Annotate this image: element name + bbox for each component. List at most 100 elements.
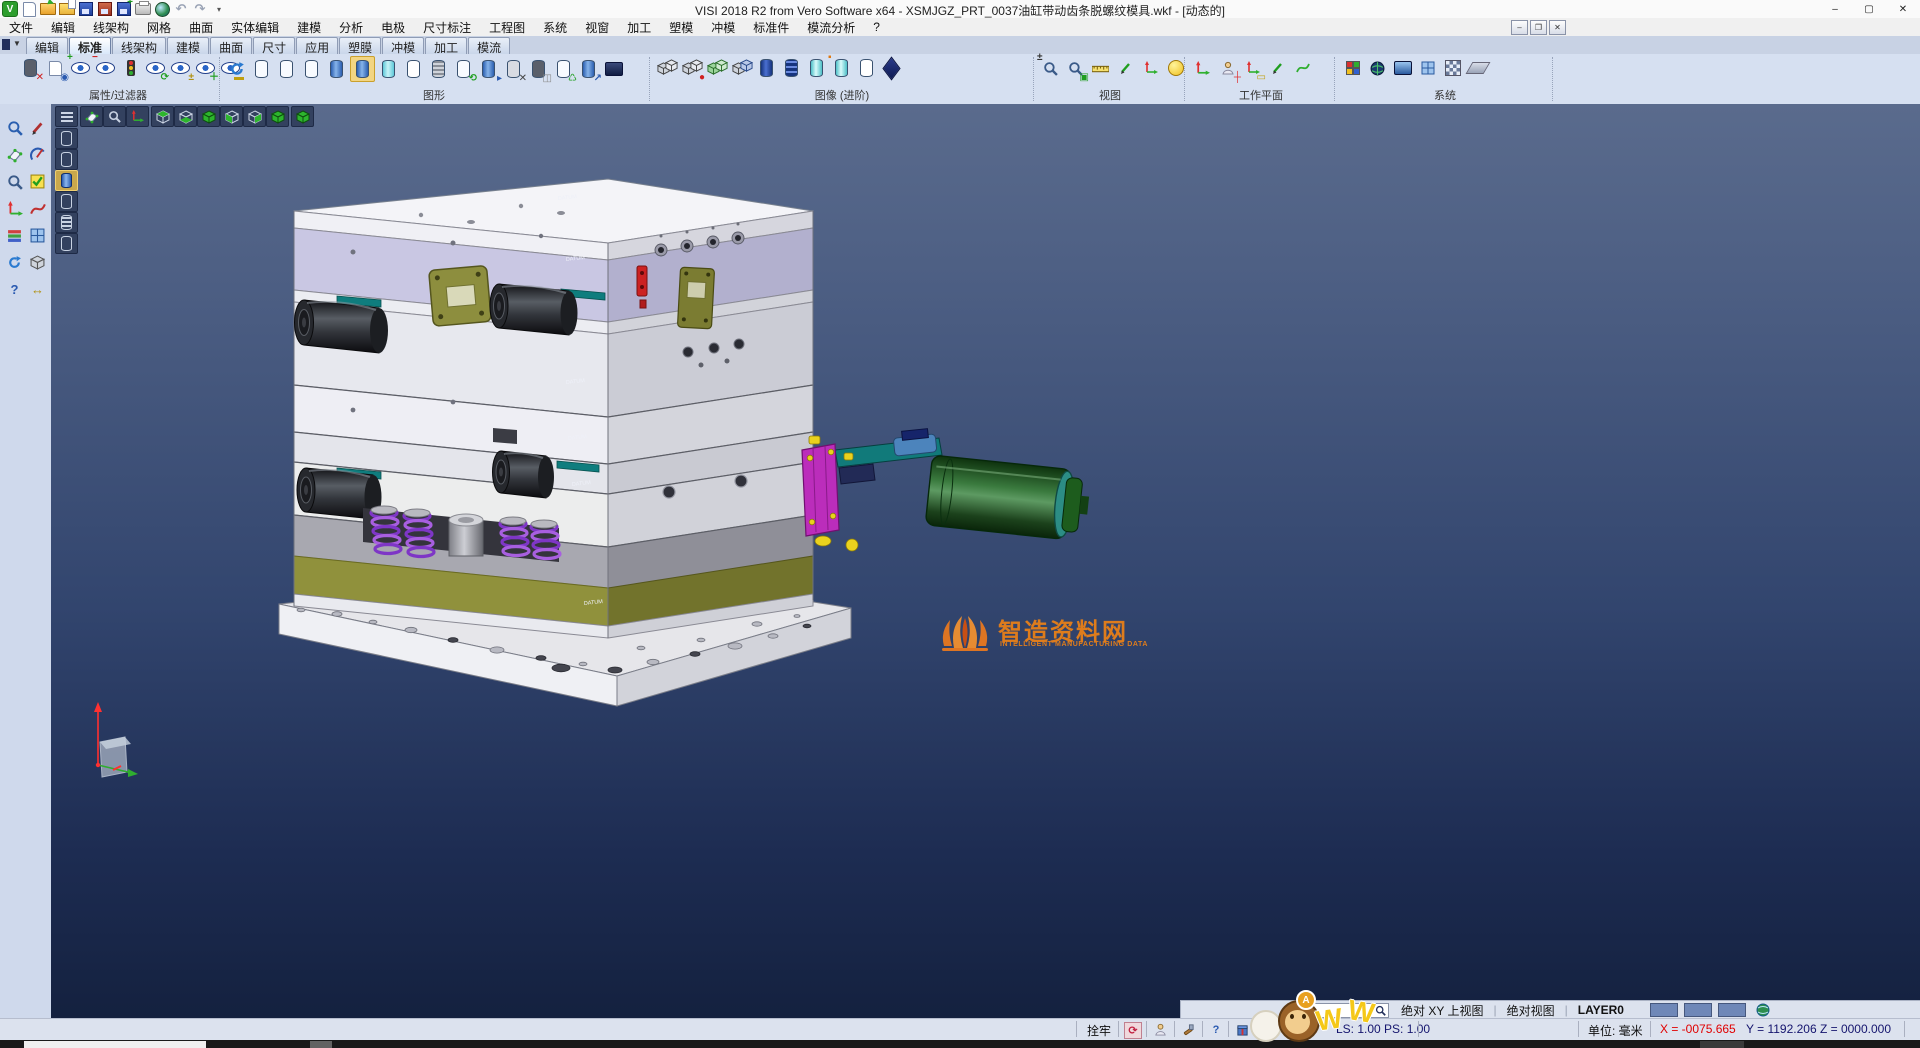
- ucs-icon[interactable]: [3, 195, 26, 222]
- tab-die[interactable]: 冲模: [382, 37, 424, 54]
- cube-traffic-icon[interactable]: ●: [680, 56, 703, 80]
- tab-wireframe[interactable]: 线架构: [112, 37, 166, 54]
- menu-flow-analysis[interactable]: 模流分析: [798, 19, 864, 36]
- menu-edit[interactable]: 编辑: [42, 19, 84, 36]
- wireframe-style-icon[interactable]: [250, 57, 273, 81]
- distance-icon[interactable]: ↔: [26, 276, 49, 303]
- absolute-view-label[interactable]: 绝对视图: [1507, 1002, 1555, 1019]
- filter-delete-icon[interactable]: ✕: [19, 56, 42, 80]
- menu-die[interactable]: 冲模: [702, 19, 744, 36]
- tab-mold[interactable]: 塑膜: [339, 37, 381, 54]
- layer-ghost-icon[interactable]: [855, 56, 878, 80]
- color-settings-icon[interactable]: [1341, 56, 1364, 80]
- menu-drawing[interactable]: 工程图: [480, 19, 534, 36]
- tab-flow[interactable]: 模流: [468, 37, 510, 54]
- layer-solid-icon[interactable]: [755, 56, 778, 80]
- material-gem-icon[interactable]: [880, 56, 903, 80]
- attributes-icon[interactable]: [3, 222, 26, 249]
- user-icon[interactable]: [1152, 1022, 1168, 1037]
- show-add-icon[interactable]: +: [69, 56, 92, 80]
- mdi-close-button[interactable]: ✕: [1549, 20, 1566, 35]
- tool-icon[interactable]: [1180, 1022, 1196, 1037]
- menu-standard-parts[interactable]: 标准件: [744, 19, 798, 36]
- lock-label[interactable]: 拴牢: [1087, 1022, 1111, 1039]
- viewports-icon[interactable]: [26, 222, 49, 249]
- front-latch-plate[interactable]: [429, 265, 492, 326]
- cube-green-icon[interactable]: [705, 56, 728, 80]
- show-plusminus-icon[interactable]: ±: [169, 56, 192, 80]
- workplane-axes-icon[interactable]: [1191, 56, 1214, 80]
- tab-surface[interactable]: 曲面: [210, 37, 252, 54]
- layer-swatch-2[interactable]: [1684, 1003, 1712, 1017]
- menu-analysis[interactable]: 分析: [330, 19, 372, 36]
- dashed-style-icon[interactable]: [300, 57, 323, 81]
- menu-surface[interactable]: 曲面: [180, 19, 222, 36]
- menu-solid-edit[interactable]: 实体编辑: [222, 19, 288, 36]
- view-mode-label[interactable]: 绝对 XY 上视图: [1401, 1002, 1483, 1019]
- cube-pair-icon[interactable]: [655, 56, 678, 80]
- show-remove-icon[interactable]: −: [94, 56, 117, 80]
- close-button[interactable]: ✕: [1886, 0, 1920, 18]
- sync-icon[interactable]: ⟳: [1124, 1022, 1142, 1039]
- scene-preview-icon[interactable]: [602, 57, 625, 81]
- tab-dropdown-icon[interactable]: ▼: [13, 39, 21, 48]
- plane-select-icon[interactable]: [3, 141, 26, 168]
- solid-view-icon[interactable]: [26, 249, 49, 276]
- layer-swatch-1[interactable]: [1650, 1003, 1678, 1017]
- tab-application[interactable]: 应用: [296, 37, 338, 54]
- erase-icon[interactable]: [26, 114, 49, 141]
- workplane-ruler-icon[interactable]: ▭: [1241, 56, 1264, 80]
- mold-assembly-model[interactable]: DATUM DATUM DATUM DATUM DATUM DATUM: [51, 104, 1920, 1018]
- plane-settings-icon[interactable]: [1466, 56, 1489, 80]
- show-refresh-icon[interactable]: ⟳: [144, 56, 167, 80]
- world-icon[interactable]: [1756, 1003, 1770, 1017]
- measure-icon[interactable]: [1089, 56, 1112, 80]
- menu-dimension[interactable]: 尺寸标注: [414, 19, 480, 36]
- layer-striped-icon[interactable]: [780, 56, 803, 80]
- layer-swatch-3[interactable]: [1718, 1003, 1746, 1017]
- cube-group-icon[interactable]: [730, 56, 753, 80]
- shaded-edges-style-icon[interactable]: [350, 56, 375, 82]
- windows-taskbar[interactable]: [0, 1040, 1920, 1048]
- table-settings-icon[interactable]: [1416, 56, 1439, 80]
- view-axis-icon[interactable]: [1139, 56, 1162, 80]
- help-query-icon[interactable]: ?: [3, 276, 26, 303]
- workplane-green-icon[interactable]: [1291, 56, 1314, 80]
- help-icon[interactable]: ?: [1208, 1022, 1224, 1037]
- menu-mesh[interactable]: 网格: [138, 19, 180, 36]
- menu-modeling[interactable]: 建模: [288, 19, 330, 36]
- zoom-extents-icon[interactable]: ▣: [1064, 56, 1087, 80]
- hydraulic-cylinder-assembly[interactable]: [802, 428, 1092, 551]
- filter-traffic-icon[interactable]: [119, 56, 142, 80]
- compass-icon[interactable]: [26, 141, 49, 168]
- layer-aqua-icon[interactable]: [805, 56, 828, 80]
- mdi-minimize-button[interactable]: –: [1511, 20, 1528, 35]
- curve-icon[interactable]: [26, 195, 49, 222]
- filter-page-icon[interactable]: ◉: [44, 56, 67, 80]
- tab-modeling[interactable]: 建模: [167, 37, 209, 54]
- menu-system[interactable]: 系统: [534, 19, 576, 36]
- ghost-style-icon[interactable]: [402, 57, 425, 81]
- tab-edit[interactable]: 编辑: [26, 37, 68, 54]
- solid-recycle-icon[interactable]: ♺: [552, 57, 575, 81]
- menu-wireframe[interactable]: 线架构: [84, 19, 138, 36]
- tab-machining[interactable]: 加工: [425, 37, 467, 54]
- display-settings-icon[interactable]: [1391, 56, 1414, 80]
- transparent-style-icon[interactable]: [377, 57, 400, 81]
- tab-standard[interactable]: 标准: [69, 37, 111, 54]
- hidden-line-style-icon[interactable]: [275, 57, 298, 81]
- 3d-viewport[interactable]: DATUM DATUM DATUM DATUM DATUM DATUM: [51, 104, 1920, 1018]
- menu-window[interactable]: 视窗: [576, 19, 618, 36]
- regen-graphics-icon[interactable]: [225, 57, 248, 81]
- layer-flag-icon[interactable]: ▪: [830, 56, 853, 80]
- menu-machining[interactable]: 加工: [618, 19, 660, 36]
- taskbar-app-button[interactable]: [24, 1041, 206, 1048]
- menu-help[interactable]: ?: [864, 20, 889, 34]
- confirm-icon[interactable]: [26, 168, 49, 195]
- zoom-dynamic-icon[interactable]: [3, 168, 26, 195]
- solid-delete-icon[interactable]: ◫: [527, 57, 550, 81]
- solid-export-icon[interactable]: ↗: [577, 57, 600, 81]
- show-plus-icon[interactable]: ＋: [194, 56, 217, 80]
- grid-settings-icon[interactable]: [1441, 56, 1464, 80]
- world-settings-icon[interactable]: [1366, 56, 1389, 80]
